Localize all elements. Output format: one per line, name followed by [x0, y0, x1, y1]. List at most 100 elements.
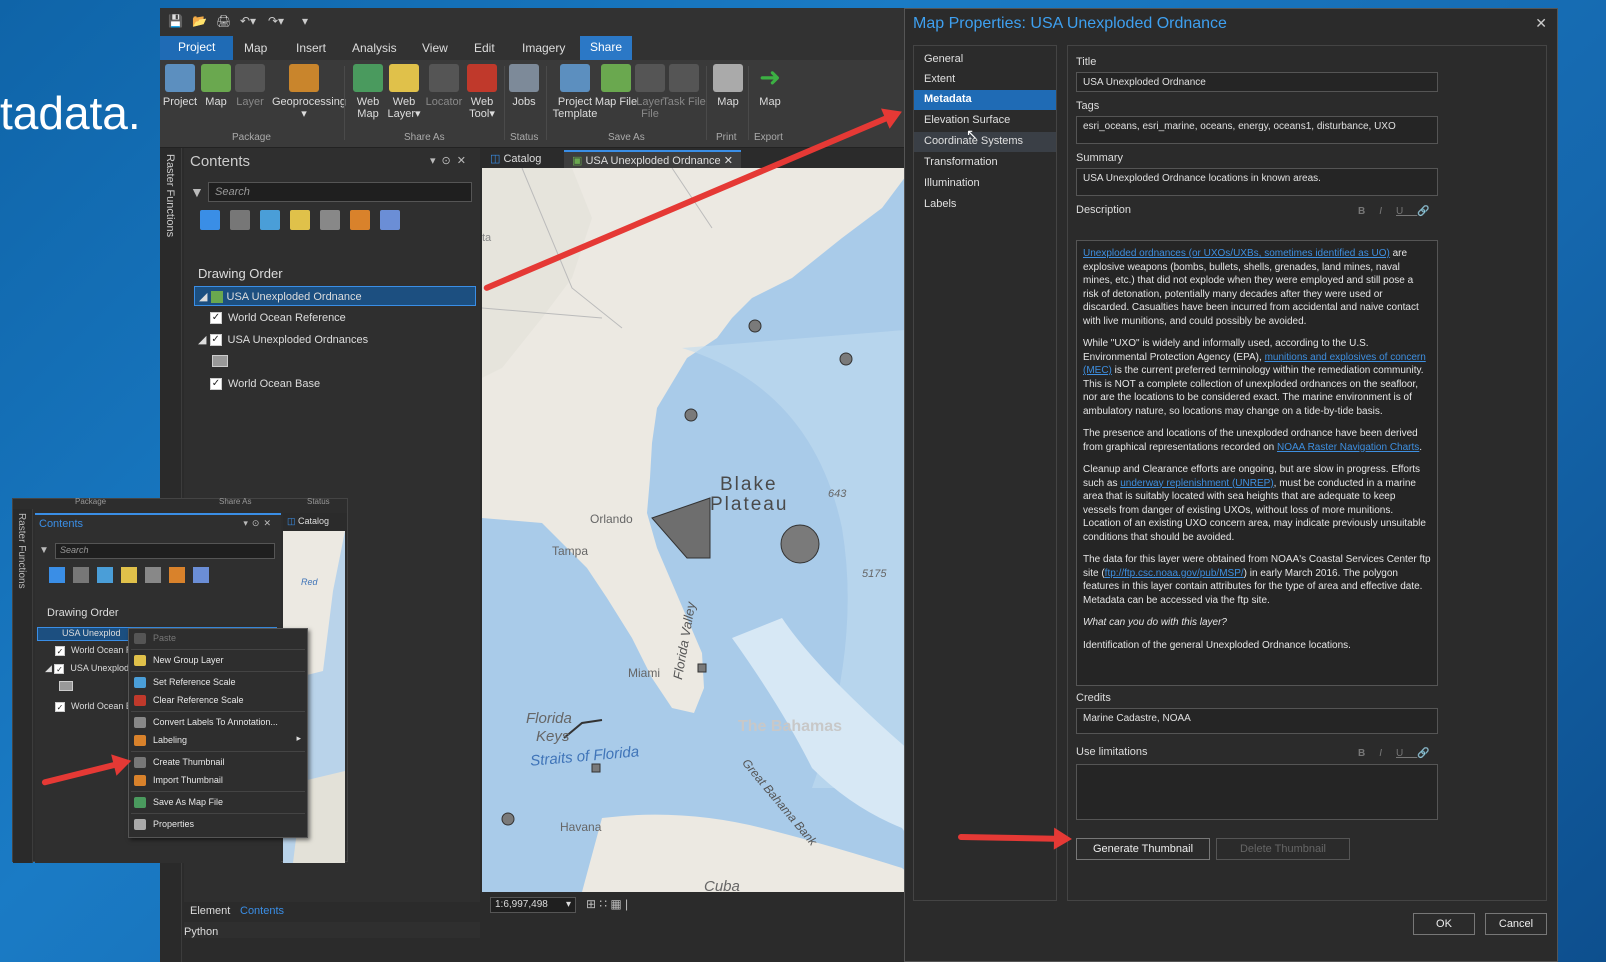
description-link[interactable]: ftp://ftp.csc.noaa.gov/pub/MSP/ — [1105, 568, 1244, 579]
layer-world-ocean-reference[interactable]: ✓ World Ocean Reference — [210, 308, 346, 328]
tab-imagery[interactable]: Imagery — [522, 41, 565, 55]
nav-item-labels[interactable]: Labels — [914, 195, 1056, 215]
close-tab-icon[interactable]: ✕ — [724, 155, 733, 167]
delete-thumbnail-button[interactable]: Delete Thumbnail — [1216, 838, 1350, 860]
ok-button[interactable]: OK — [1413, 913, 1475, 935]
undo-icon[interactable]: ↶▾ — [240, 14, 256, 28]
nav-item-general[interactable]: General — [914, 50, 1056, 70]
raster-functions-tab[interactable]: Raster Functions — [13, 509, 33, 863]
customize-icon[interactable]: ▾ — [302, 14, 308, 28]
bold-icon[interactable]: B — [1358, 748, 1379, 759]
nav-item-elevation-surface[interactable]: Elevation Surface — [914, 111, 1056, 131]
open-icon[interactable]: 📂 — [192, 14, 207, 28]
layer-world-ocean-base[interactable]: ✓ World Ocean B — [55, 701, 132, 712]
list-by-labeling-icon[interactable] — [169, 567, 185, 583]
menu-item-paste[interactable]: Paste — [153, 633, 176, 643]
tab-share[interactable]: Share — [580, 36, 633, 60]
project-template-button[interactable]: Project Template — [550, 64, 600, 120]
search-input[interactable]: Search — [55, 543, 275, 559]
menu-item-save-as-map-file[interactable]: Save As Map File — [153, 797, 223, 807]
italic-icon[interactable]: I — [1379, 206, 1396, 217]
underline-icon[interactable]: U — [1396, 206, 1417, 217]
list-by-snapping-icon[interactable] — [145, 567, 161, 583]
layer-map-usa-unexploded-ordnance[interactable]: ◢ USA Unexploded Ordnance — [194, 286, 476, 306]
list-by-snapping-icon[interactable] — [320, 210, 340, 230]
list-by-drawing-order-icon[interactable] — [200, 210, 220, 230]
tab-project[interactable]: Project — [160, 36, 234, 60]
task-file-button[interactable]: Task File — [662, 64, 706, 108]
credits-field[interactable]: Marine Cadastre, NOAA — [1076, 708, 1438, 734]
tab-map[interactable]: Map — [244, 41, 267, 55]
python-tab[interactable]: Python — [184, 926, 218, 938]
nav-item-illumination[interactable]: Illumination — [914, 174, 1056, 194]
underline-icon[interactable]: U — [1396, 748, 1417, 759]
menu-item-import-thumbnail[interactable]: Import Thumbnail — [153, 775, 223, 785]
menu-item-convert-labels[interactable]: Convert Labels To Annotation... — [153, 717, 278, 727]
layer-symbol-swatch[interactable] — [59, 681, 73, 691]
list-by-charts-icon[interactable] — [193, 567, 209, 583]
list-by-labeling-icon[interactable] — [350, 210, 370, 230]
pane-controls[interactable]: ▾⊙✕ — [243, 518, 275, 529]
list-by-drawing-order-icon[interactable] — [49, 567, 65, 583]
description-link[interactable]: underway replenishment (UNREP) — [1120, 478, 1273, 489]
tab-view[interactable]: View — [422, 41, 448, 55]
nav-item-transformation[interactable]: Transformation — [914, 153, 1056, 173]
layer-visibility-checkbox[interactable]: ✓ — [55, 701, 65, 712]
save-icon[interactable]: 💾 — [168, 14, 183, 28]
scale-selector[interactable]: 1:6,997,498 ▾ — [490, 897, 576, 913]
menu-item-labeling[interactable]: Labeling — [153, 735, 187, 745]
tab-catalog[interactable]: ◫ Catalog — [283, 513, 347, 531]
list-by-editing-icon[interactable] — [290, 210, 310, 230]
print-map-button[interactable]: Map — [706, 64, 750, 108]
tab-contents[interactable]: Contents — [240, 905, 284, 917]
description-link[interactable]: NOAA Raster Navigation Charts — [1277, 442, 1419, 453]
hyperlink-icon[interactable]: 🔗 — [1417, 748, 1443, 759]
description-link[interactable]: Unexploded ordnances (or UXOs/UXBs, some… — [1083, 248, 1390, 259]
layer-world-ocean-reference[interactable]: ✓ World Ocean R — [55, 645, 132, 656]
cancel-button[interactable]: Cancel — [1485, 913, 1547, 935]
tags-field[interactable]: esri_oceans, esri_marine, oceans, energy… — [1076, 116, 1438, 144]
print-icon[interactable]: 🖨 — [216, 14, 231, 28]
filter-icon[interactable]: ▼ — [190, 184, 204, 200]
close-icon[interactable]: ✕ — [1535, 15, 1547, 32]
export-map-button[interactable]: ➜ Map — [748, 64, 792, 108]
list-by-source-icon[interactable] — [73, 567, 89, 583]
redo-icon[interactable]: ↷▾ — [268, 14, 284, 28]
layer-usa-unexploded-ordnances[interactable]: ◢ ✓ USA Unexploded Ordnances — [198, 330, 368, 350]
nav-item-metadata[interactable]: Metadata — [914, 90, 1056, 110]
list-by-selection-icon[interactable] — [97, 567, 113, 583]
tab-catalog[interactable]: ◫ Catalog — [482, 150, 549, 168]
title-field[interactable]: USA Unexploded Ordnance — [1076, 72, 1438, 92]
layer-usa-unexploded-ordnances[interactable]: ◢ ✓ USA Unexplod — [45, 663, 129, 674]
tab-insert[interactable]: Insert — [296, 41, 326, 55]
layer-world-ocean-base[interactable]: ✓ World Ocean Base — [210, 374, 320, 394]
bold-icon[interactable]: B — [1358, 206, 1379, 217]
layer-visibility-checkbox[interactable]: ✓ — [210, 312, 222, 325]
menu-item-clear-reference-scale[interactable]: Clear Reference Scale — [153, 695, 244, 705]
layer-visibility-checkbox[interactable]: ✓ — [210, 378, 222, 391]
description-field[interactable]: Unexploded ordnances (or UXOs/UXBs, some… — [1076, 240, 1438, 686]
package-layer-button[interactable]: Layer — [228, 64, 272, 108]
summary-field[interactable]: USA Unexploded Ordnance locations in kno… — [1076, 168, 1438, 196]
menu-item-set-reference-scale[interactable]: Set Reference Scale — [153, 677, 236, 687]
tab-element[interactable]: Element — [190, 905, 230, 917]
list-by-source-icon[interactable] — [230, 210, 250, 230]
pane-controls[interactable]: ▾⊙✕ — [430, 154, 472, 167]
web-layer-button[interactable]: Web Layer▾ — [382, 64, 426, 120]
tab-analysis[interactable]: Analysis — [352, 41, 397, 55]
tab-edit[interactable]: Edit — [474, 41, 495, 55]
use-limitations-field[interactable] — [1076, 764, 1438, 820]
map-canvas[interactable]: Blake Plateau Orlando Tampa Miami Florid… — [482, 168, 930, 892]
layer-visibility-checkbox[interactable]: ✓ — [209, 334, 222, 347]
hyperlink-icon[interactable]: 🔗 — [1417, 206, 1443, 217]
nav-item-coordinate-systems[interactable]: Coordinate Systems — [914, 132, 1056, 152]
filter-icon[interactable]: ▼ — [39, 545, 49, 556]
tab-map-view[interactable]: ▣ USA Unexploded Ordnance ✕ — [564, 150, 741, 168]
list-by-charts-icon[interactable] — [380, 210, 400, 230]
list-by-selection-icon[interactable] — [260, 210, 280, 230]
list-by-editing-icon[interactable] — [121, 567, 137, 583]
web-tool-button[interactable]: Web Tool▾ — [460, 64, 504, 120]
italic-icon[interactable]: I — [1379, 748, 1396, 759]
nav-item-extent[interactable]: Extent — [914, 70, 1056, 90]
layer-symbol-swatch[interactable] — [212, 355, 228, 367]
